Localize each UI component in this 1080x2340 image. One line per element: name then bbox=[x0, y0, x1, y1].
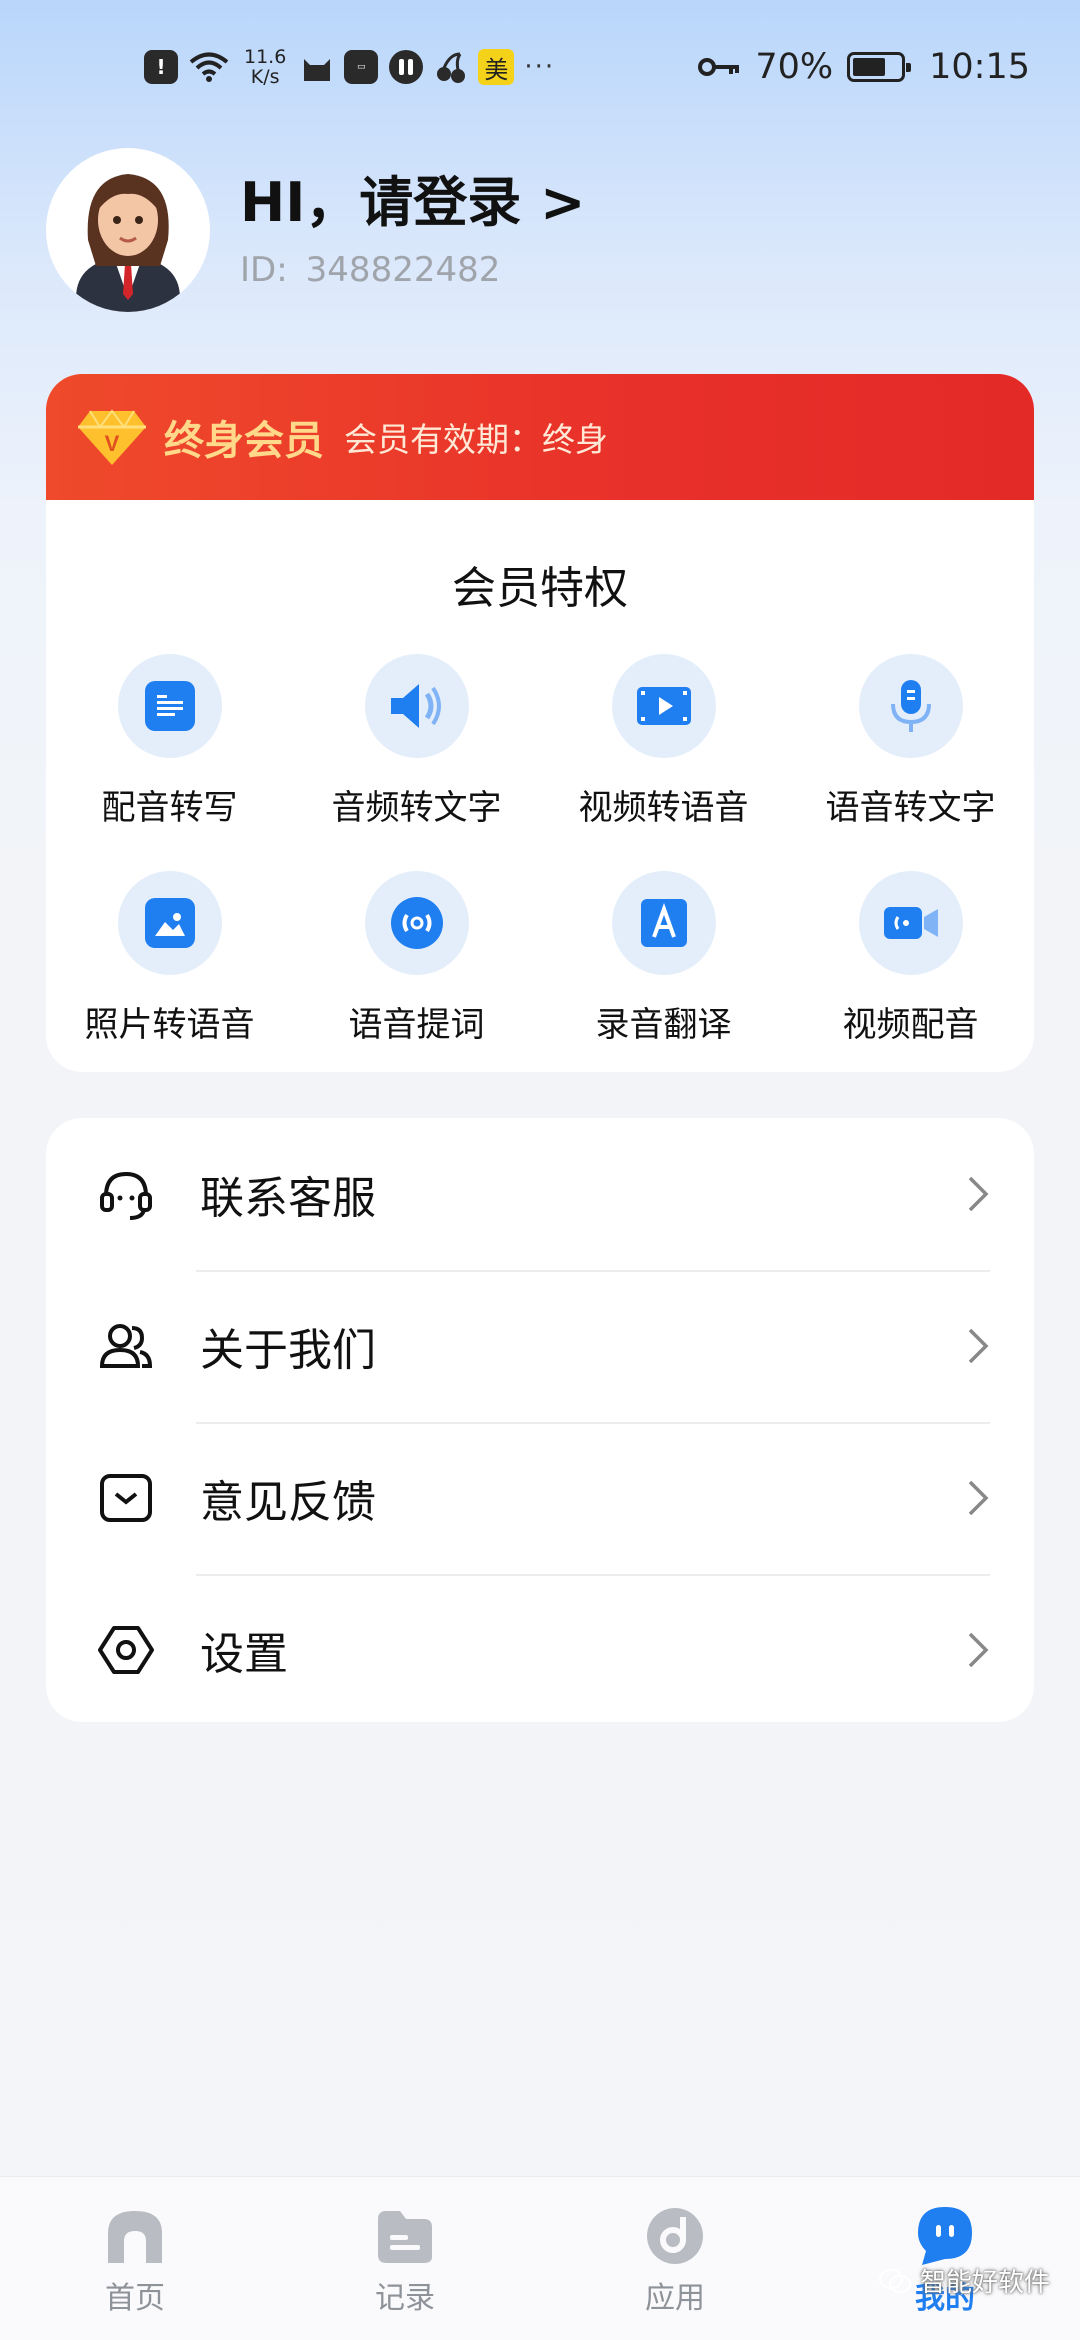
battery-icon bbox=[847, 52, 912, 82]
feature-video-to-speech[interactable]: 视频转语音 bbox=[540, 654, 787, 829]
wifi-icon bbox=[189, 52, 229, 82]
battery-percent: 70% bbox=[755, 47, 834, 87]
feature-video-dubbing[interactable]: 视频配音 bbox=[787, 871, 1034, 1046]
wechat-icon bbox=[878, 2268, 911, 2293]
chevron-right-icon bbox=[968, 1480, 989, 1516]
bottom-navigation: 首页 记录 应用 我的 bbox=[0, 2176, 1080, 2340]
avatar[interactable] bbox=[46, 148, 210, 312]
photo-icon bbox=[117, 871, 222, 975]
more-notifications-icon: ··· bbox=[524, 52, 556, 82]
feedback-icon bbox=[100, 1474, 152, 1522]
meituan-badge-icon: 美 bbox=[478, 49, 515, 85]
chevron-right-icon bbox=[968, 1632, 989, 1668]
feature-label: 语音转文字 bbox=[825, 788, 996, 828]
clock: 10:15 bbox=[929, 47, 1030, 87]
apps-icon bbox=[647, 2208, 703, 2264]
status-notifications: ! 11.6 K/s ▭ 美 ··· bbox=[144, 40, 555, 94]
user-id-value: 348822482 bbox=[305, 250, 501, 290]
user-id-label: ID: bbox=[240, 250, 288, 290]
battery-level bbox=[853, 58, 886, 76]
video-to-speech-icon bbox=[611, 654, 716, 758]
nav-label: 首页 bbox=[105, 2281, 165, 2316]
feature-label: 视频配音 bbox=[842, 1005, 979, 1045]
settings-menu: 联系客服 关于我们 意见反馈 设置 bbox=[46, 1118, 1034, 1722]
vip-badge-letter: V bbox=[105, 431, 120, 456]
chevron-right-icon bbox=[968, 1328, 989, 1364]
video-dubbing-icon bbox=[858, 871, 963, 975]
cherry-icon bbox=[437, 52, 466, 83]
feature-recording-translate[interactable]: 录音翻译 bbox=[540, 871, 787, 1046]
chevron-right-icon bbox=[968, 1176, 989, 1212]
feature-label: 视频转语音 bbox=[578, 788, 749, 828]
huawei-app-icon: ▭ bbox=[344, 50, 379, 84]
status-system: 70% 10:15 bbox=[697, 40, 1030, 94]
login-prompt[interactable]: HI，请登录 > bbox=[240, 158, 585, 237]
profile-icon bbox=[918, 2207, 972, 2265]
cat-app-icon bbox=[304, 59, 331, 81]
nav-apps[interactable]: 应用 bbox=[540, 2177, 810, 2340]
feature-teleprompter[interactable]: 语音提词 bbox=[293, 871, 540, 1046]
feature-label: 录音翻译 bbox=[595, 1005, 732, 1045]
menu-item-label: 意见反馈 bbox=[200, 1477, 376, 1528]
feature-label: 音频转文字 bbox=[331, 788, 502, 828]
dubbing-transcribe-icon bbox=[117, 654, 222, 758]
microphone-icon bbox=[858, 654, 963, 758]
menu-item-feedback[interactable]: 意见反馈 bbox=[46, 1422, 1034, 1574]
nav-profile[interactable]: 我的 bbox=[810, 2177, 1080, 2340]
menu-item-settings[interactable]: 设置 bbox=[46, 1574, 1034, 1726]
privileges-grid: 配音转写 音频转文字 视频转语音 语音转文字 照片转语音 语音提词 录音翻译 视… bbox=[46, 654, 1034, 1046]
nav-label: 应用 bbox=[645, 2281, 705, 2316]
membership-banner[interactable]: V 终身会员 会员有效期：终身 bbox=[46, 374, 1034, 500]
menu-item-label: 设置 bbox=[200, 1629, 288, 1680]
settings-icon bbox=[98, 1626, 154, 1674]
menu-item-customer-service[interactable]: 联系客服 bbox=[46, 1118, 1034, 1270]
diamond-vip-icon: V bbox=[78, 409, 146, 465]
key-icon bbox=[698, 58, 740, 76]
nav-home[interactable]: 首页 bbox=[0, 2177, 270, 2340]
membership-title: 终身会员 bbox=[164, 418, 324, 464]
users-icon bbox=[99, 1324, 153, 1368]
nav-label: 记录 bbox=[375, 2281, 435, 2316]
home-icon bbox=[108, 2211, 162, 2263]
membership-card: V 终身会员 会员有效期：终身 会员特权 配音转写 音频转文字 视频转语音 语音… bbox=[46, 374, 1034, 1072]
watermark: 智能好软件 bbox=[878, 2262, 1050, 2299]
network-speed: 11.6 K/s bbox=[244, 47, 286, 87]
menu-item-label: 关于我们 bbox=[200, 1325, 376, 1376]
privileges-title: 会员特权 bbox=[452, 563, 628, 614]
avatar-illustration bbox=[46, 148, 210, 312]
folder-icon bbox=[378, 2211, 432, 2263]
alert-icon: ! bbox=[144, 50, 178, 84]
feature-speech-to-text[interactable]: 语音转文字 bbox=[787, 654, 1034, 829]
feature-label: 语音提词 bbox=[348, 1005, 485, 1045]
record-app-icon bbox=[389, 50, 424, 84]
network-speed-value: 11.6 bbox=[244, 46, 287, 68]
feature-label: 照片转语音 bbox=[84, 1005, 255, 1045]
teleprompter-icon bbox=[364, 871, 469, 975]
feature-photo-to-speech[interactable]: 照片转语音 bbox=[46, 871, 293, 1046]
watermark-text: 智能好软件 bbox=[919, 2268, 1050, 2298]
headset-icon bbox=[100, 1171, 152, 1220]
menu-item-about-us[interactable]: 关于我们 bbox=[46, 1270, 1034, 1422]
feature-audio-to-text[interactable]: 音频转文字 bbox=[293, 654, 540, 829]
menu-item-label: 联系客服 bbox=[200, 1173, 376, 1224]
status-bar: ! 11.6 K/s ▭ 美 ··· 70% 10:15 bbox=[0, 0, 1080, 132]
user-id: ID: 348822482 bbox=[240, 250, 500, 290]
membership-expiry: 会员有效期：终身 bbox=[344, 420, 608, 459]
feature-label: 配音转写 bbox=[101, 788, 238, 828]
nav-records[interactable]: 记录 bbox=[270, 2177, 540, 2340]
network-speed-unit: K/s bbox=[250, 66, 280, 88]
feature-dubbing-transcribe[interactable]: 配音转写 bbox=[46, 654, 293, 829]
audio-to-text-icon bbox=[364, 654, 469, 758]
translate-icon bbox=[611, 871, 716, 975]
